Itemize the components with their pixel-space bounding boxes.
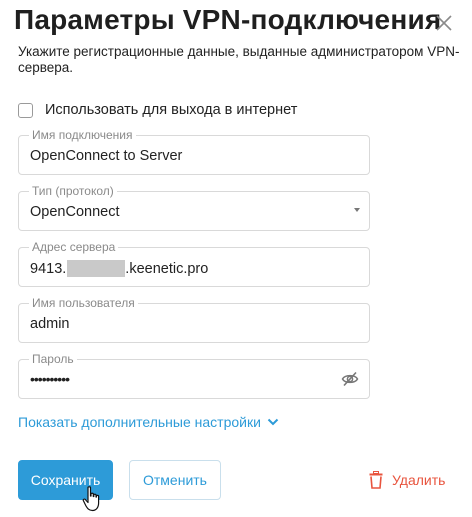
server-address-value[interactable]: 9413. .keenetic.pro	[30, 260, 208, 277]
chevron-down-icon	[267, 418, 279, 426]
server-address-suffix: .keenetic.pro	[125, 260, 209, 277]
trash-icon	[369, 471, 383, 489]
show-advanced-settings-link[interactable]: Показать дополнительные настройки	[18, 414, 279, 430]
password-field[interactable]: Пароль ••••••••••	[18, 352, 370, 399]
server-address-label: Адрес сервера	[29, 240, 119, 254]
protocol-label: Тип (протокол)	[29, 184, 117, 198]
protocol-value: OpenConnect	[30, 204, 120, 220]
connection-name-field[interactable]: Имя подключения OpenConnect to Server	[18, 128, 370, 175]
connection-name-label: Имя подключения	[29, 128, 136, 142]
delete-button[interactable]: Удалить	[369, 470, 445, 490]
internet-access-label: Использовать для выхода в интернет	[45, 102, 298, 118]
username-label: Имя пользователя	[29, 296, 138, 310]
show-advanced-settings-label: Показать дополнительные настройки	[18, 414, 261, 430]
server-address-field[interactable]: Адрес сервера 9413. .keenetic.pro	[18, 240, 370, 287]
close-icon[interactable]	[433, 12, 455, 34]
username-value[interactable]: admin	[30, 316, 70, 332]
server-address-prefix: 9413.	[30, 260, 67, 277]
password-value[interactable]: ••••••••••	[30, 371, 70, 387]
internet-access-checkbox-row[interactable]: Использовать для выхода в интернет	[18, 101, 297, 119]
dialog-description: Укажите регистрационные данные, выданные…	[18, 44, 460, 75]
delete-label: Удалить	[392, 472, 446, 488]
cancel-button[interactable]: Отменить	[129, 460, 221, 500]
dialog-title: Параметры VPN-подключения	[14, 4, 442, 35]
save-button[interactable]: Сохранить	[18, 460, 113, 500]
redacted-block	[67, 260, 126, 277]
internet-access-checkbox[interactable]	[18, 102, 33, 118]
password-label: Пароль	[29, 352, 77, 366]
connection-name-value[interactable]: OpenConnect to Server	[30, 148, 182, 164]
protocol-select[interactable]: Тип (протокол) OpenConnect	[18, 184, 370, 231]
eye-slash-icon[interactable]	[341, 370, 359, 388]
username-field[interactable]: Имя пользователя admin	[18, 296, 370, 343]
chevron-down-icon[interactable]	[354, 208, 360, 212]
